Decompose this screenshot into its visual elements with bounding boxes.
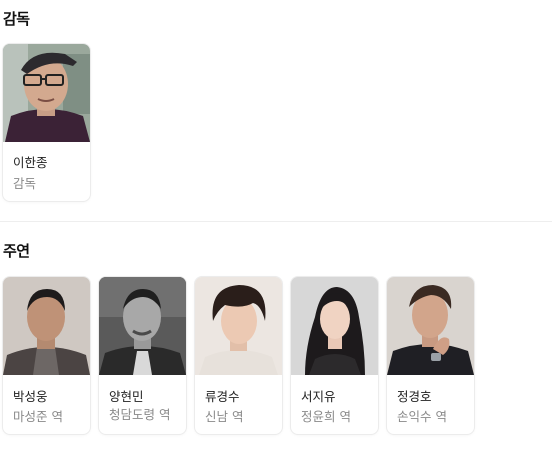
section-title-director: 감독	[3, 10, 30, 28]
person-name: 이한종	[13, 155, 48, 170]
person-role: 신남 역	[205, 409, 244, 424]
section-title-cast: 주연	[3, 242, 30, 260]
person-role: 손익수 역	[397, 409, 447, 424]
person-name: 박성웅	[13, 389, 48, 404]
person-card-cast-5[interactable]: 정경호 손익수 역	[387, 277, 474, 434]
director-list: 이한종 감독	[3, 44, 90, 201]
cast-list: 박성웅 마성준 역 양현민 청담도령 역 류경수 신남 역 서지유 정윤희 역 …	[3, 277, 474, 434]
person-photo	[3, 44, 90, 142]
person-role: 청담도령 역	[109, 407, 171, 422]
person-photo	[291, 277, 378, 375]
person-card-cast-4[interactable]: 서지유 정윤희 역	[291, 277, 378, 434]
person-photo	[3, 277, 90, 375]
person-card-director-1[interactable]: 이한종 감독	[3, 44, 90, 201]
person-role: 감독	[13, 176, 37, 191]
person-photo	[99, 277, 186, 375]
section-divider	[0, 221, 552, 222]
person-card-cast-2[interactable]: 양현민 청담도령 역	[99, 277, 186, 434]
person-name: 서지유	[301, 389, 336, 404]
person-card-cast-1[interactable]: 박성웅 마성준 역	[3, 277, 90, 434]
person-role: 정윤희 역	[301, 409, 351, 424]
person-role: 마성준 역	[13, 409, 63, 424]
person-photo	[387, 277, 474, 375]
person-name: 정경호	[397, 389, 432, 404]
person-name: 양현민	[109, 389, 144, 404]
person-photo	[195, 277, 282, 375]
person-card-cast-3[interactable]: 류경수 신남 역	[195, 277, 282, 434]
person-name: 류경수	[205, 389, 240, 404]
